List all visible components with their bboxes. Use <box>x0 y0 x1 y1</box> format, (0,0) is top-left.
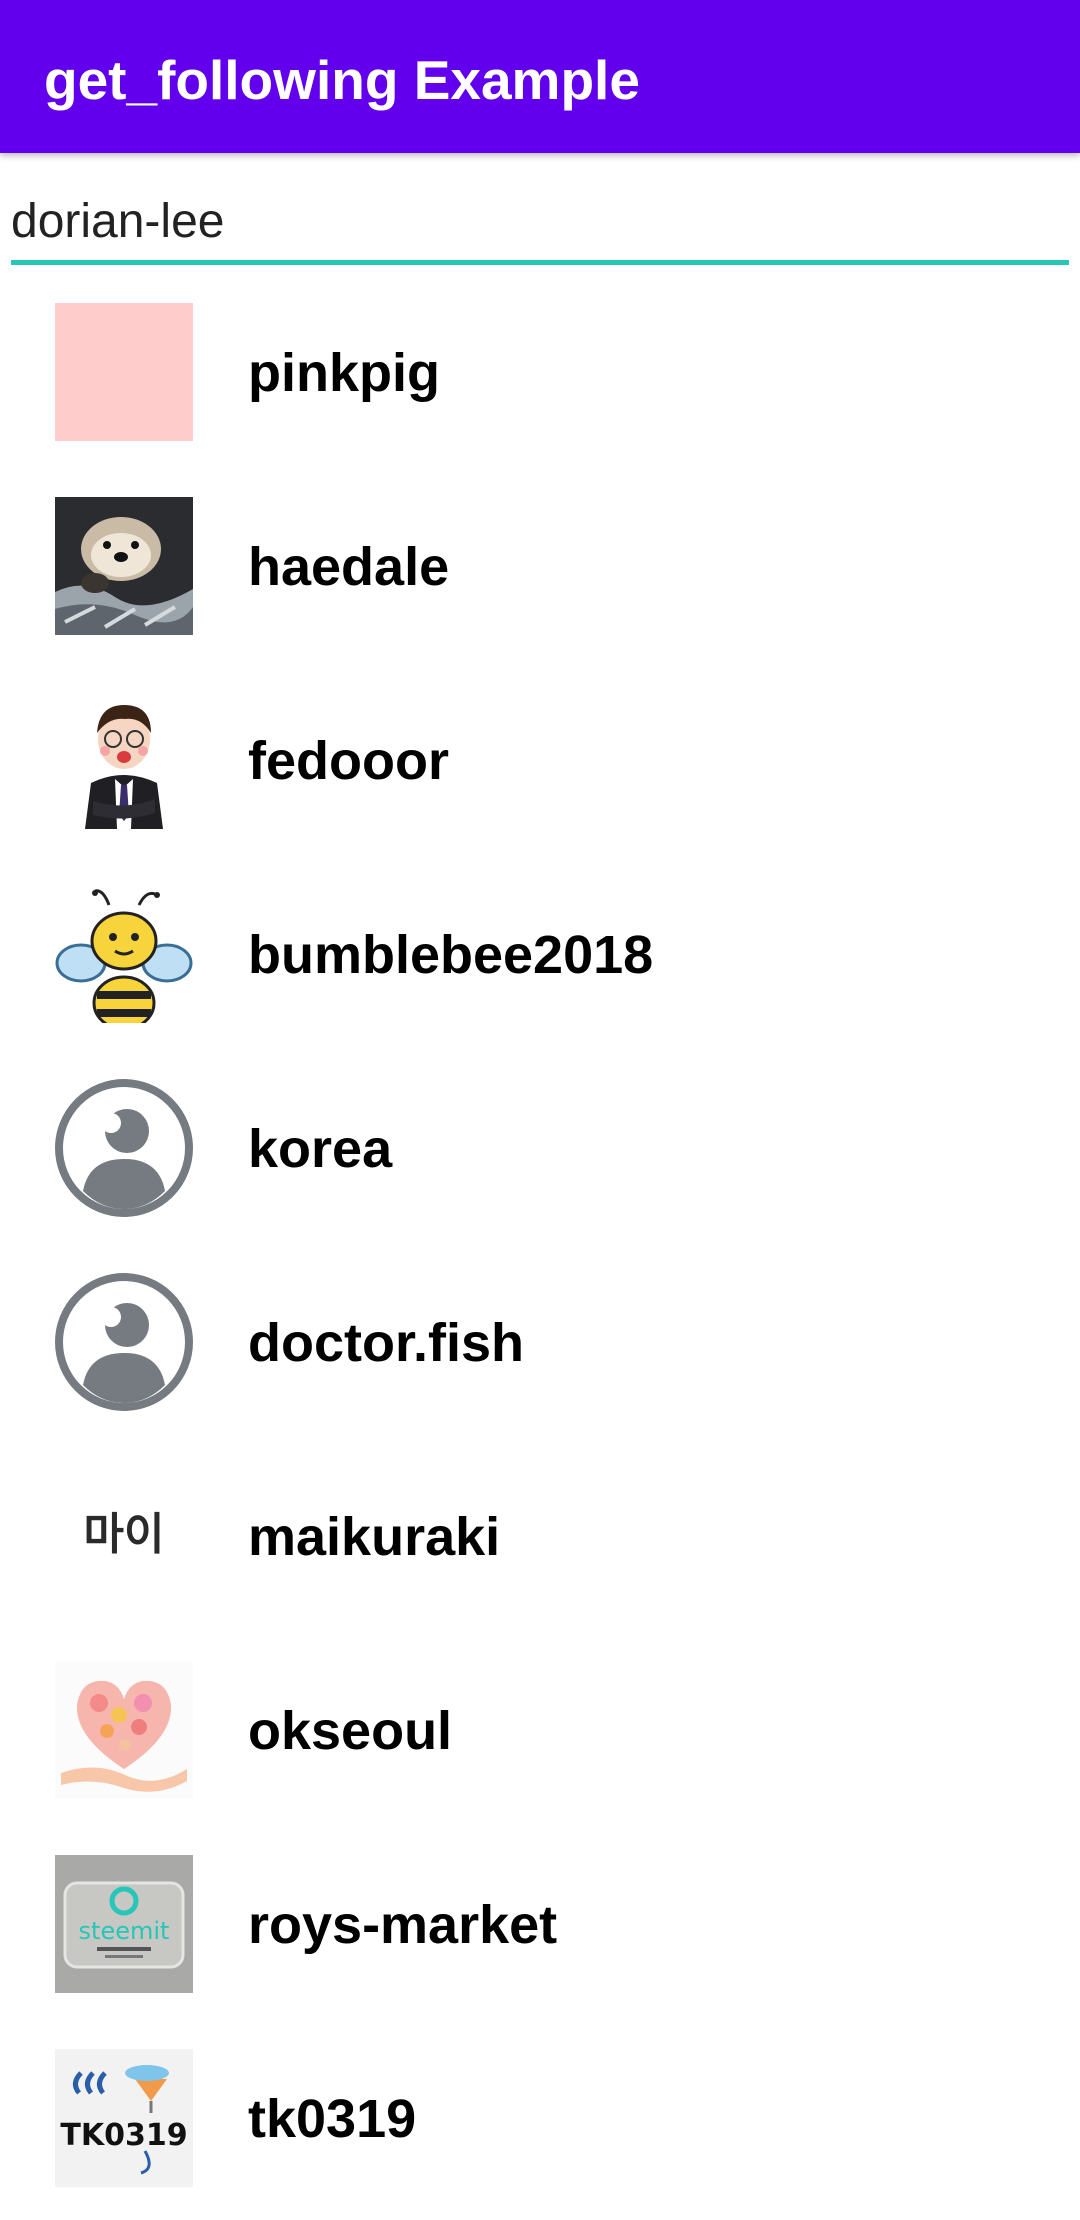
username-label: tk0319 <box>248 2089 417 2149</box>
username-input-container <box>11 168 1069 265</box>
username-label: doctor.fish <box>248 1313 525 1373</box>
app-bar: get_following Example <box>0 0 1080 153</box>
username-label: maikuraki <box>248 1507 501 1567</box>
following-list[interactable]: pinkpig haedale fedooor bumblebee2018 ko… <box>0 260 1080 2200</box>
hangul-text-icon: 마이 <box>55 1467 193 1605</box>
username-label: pinkpig <box>248 343 440 403</box>
username-label: okseoul <box>248 1701 453 1761</box>
list-item[interactable]: korea <box>0 1036 1080 1230</box>
avatar-text: steemit <box>79 1917 170 1945</box>
avatar-text: 마이 <box>84 1509 165 1560</box>
list-item[interactable]: bumblebee2018 <box>0 842 1080 1036</box>
bee-cartoon-icon <box>55 885 193 1023</box>
username-label: korea <box>248 1119 393 1179</box>
otter-photo-icon <box>55 497 193 635</box>
username-label: bumblebee2018 <box>248 925 654 985</box>
username-label: fedooor <box>248 731 449 791</box>
list-item[interactable]: TK0319 tk0319 <box>0 2006 1080 2200</box>
list-item[interactable]: steemit roys-market <box>0 1812 1080 2006</box>
list-item[interactable]: haedale <box>0 454 1080 648</box>
businessman-cartoon-icon <box>55 691 193 829</box>
list-item[interactable]: doctor.fish <box>0 1230 1080 1424</box>
list-item[interactable]: pinkpig <box>0 260 1080 454</box>
default-user-icon <box>55 1079 193 1217</box>
steemit-donation-icon: steemit <box>55 1855 193 1993</box>
avatar-text: TK0319 <box>60 2118 187 2153</box>
default-user-icon <box>55 1273 193 1411</box>
username-label: roys-market <box>248 1895 558 1955</box>
list-item[interactable]: okseoul <box>0 1618 1080 1812</box>
list-item[interactable]: 마이 maikuraki <box>0 1424 1080 1618</box>
username-input[interactable] <box>11 186 1061 256</box>
tk0319-logo-icon: TK0319 <box>55 2049 193 2187</box>
heart-hand-icon <box>55 1661 193 1799</box>
username-label: haedale <box>248 537 450 597</box>
list-item[interactable]: fedooor <box>0 648 1080 842</box>
app-title: get_following Example <box>44 49 640 111</box>
pink-square-icon <box>55 303 193 441</box>
